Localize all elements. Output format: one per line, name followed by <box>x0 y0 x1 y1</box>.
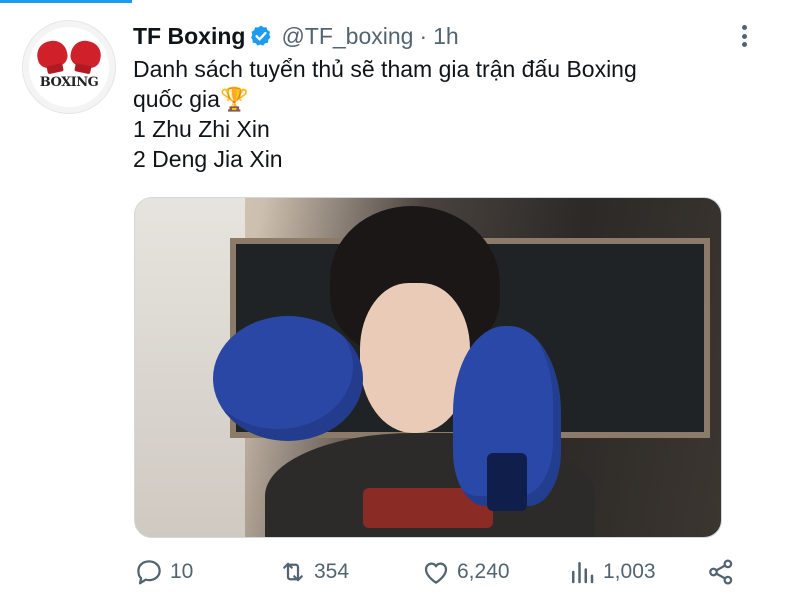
retweet-count: 354 <box>314 560 350 583</box>
tweet-header: TF Boxing @TF_boxing · 1h <box>133 20 459 52</box>
boxing-glove-icon <box>68 38 104 70</box>
like-icon <box>424 562 448 584</box>
share-button[interactable] <box>706 555 742 589</box>
like-button[interactable]: 6,240 <box>421 555 510 589</box>
display-name[interactable]: TF Boxing <box>133 23 245 50</box>
more-options-icon[interactable] <box>734 22 754 50</box>
tweet-line: 1 Zhu Zhi Xin <box>133 116 270 142</box>
boxing-logo: BOXING <box>29 27 109 107</box>
separator-dot: · <box>419 22 428 49</box>
tweet-line: 2 Deng Jia Xin <box>133 146 283 172</box>
avatar[interactable]: BOXING <box>22 20 116 114</box>
tweet-media-photo[interactable] <box>134 197 722 538</box>
views-button[interactable]: 1,003 <box>567 555 656 589</box>
retweet-button[interactable]: 354 <box>278 555 349 589</box>
reply-icon <box>137 560 161 585</box>
timestamp[interactable]: 1h <box>433 23 459 50</box>
tweet-actions: 10 354 6,240 1,003 <box>134 555 744 589</box>
tweet-line: quốc gia🏆 <box>133 86 249 112</box>
views-icon <box>572 562 594 584</box>
tweet-text: Danh sách tuyển thủ sẽ tham gia trận đấu… <box>133 54 753 174</box>
top-accent-line <box>0 0 132 3</box>
boxing-glove-icon <box>34 38 70 70</box>
logo-text: BOXING <box>39 75 99 90</box>
user-handle[interactable]: @TF_boxing <box>281 23 413 50</box>
reply-count: 10 <box>170 560 194 583</box>
tweet-line: Danh sách tuyển thủ sẽ tham gia trận đấu… <box>133 56 637 82</box>
reply-button[interactable]: 10 <box>134 555 193 589</box>
share-icon <box>709 559 733 585</box>
views-count: 1,003 <box>603 560 656 583</box>
like-count: 6,240 <box>457 560 510 583</box>
verified-badge-icon <box>251 25 271 46</box>
retweet-icon <box>283 562 303 582</box>
